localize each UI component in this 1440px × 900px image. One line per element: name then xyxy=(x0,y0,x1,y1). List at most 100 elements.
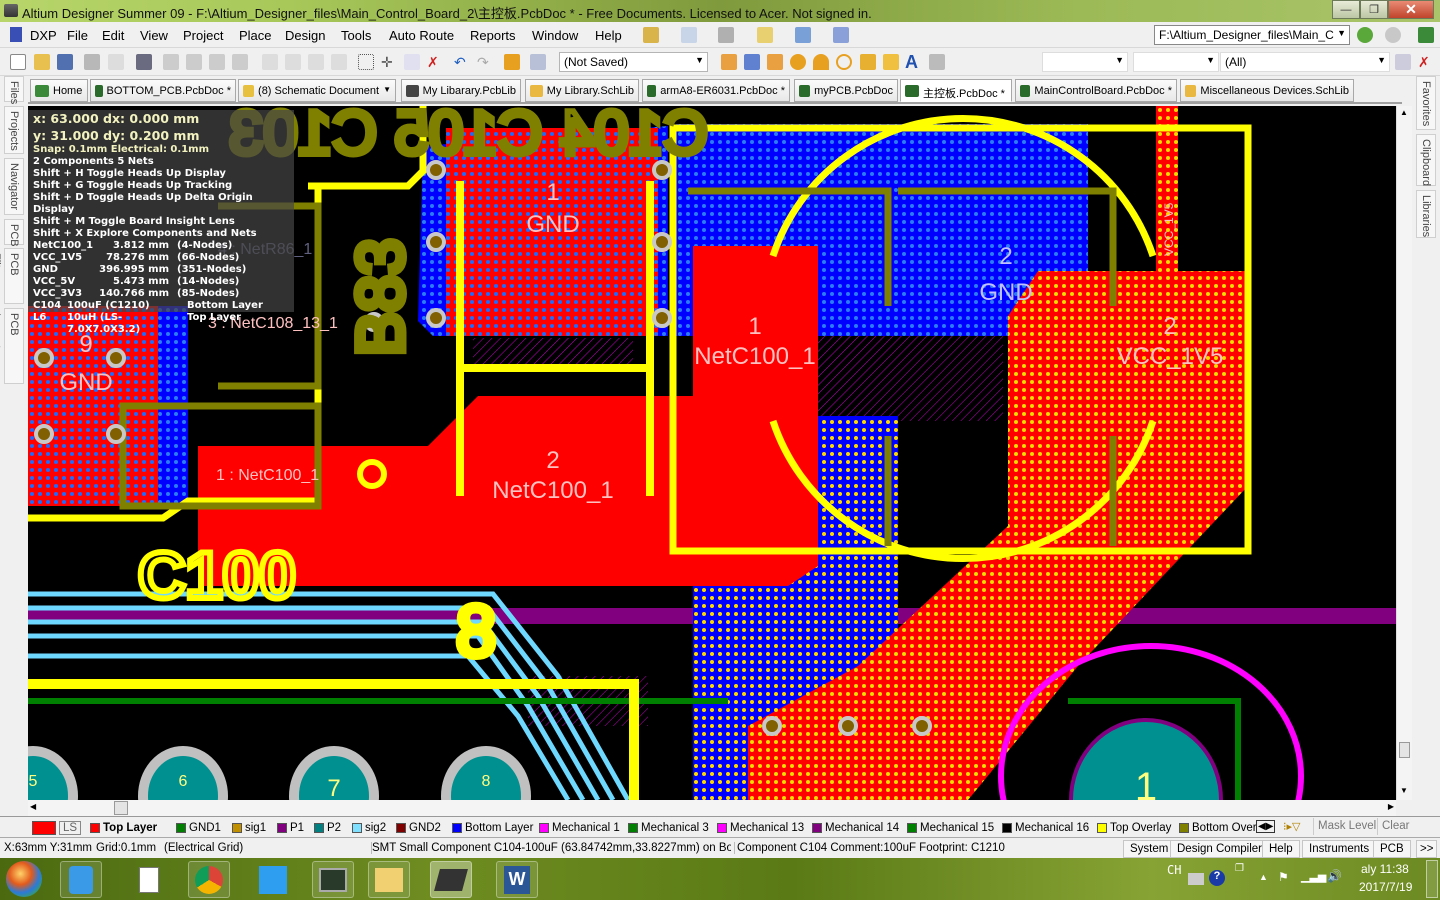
action-center-flag-icon[interactable]: ⚑ xyxy=(1278,870,1289,884)
doc-tab-my-library-schlib[interactable]: My Library.SchLib xyxy=(525,79,639,102)
zoom-fit-icon[interactable] xyxy=(163,54,179,70)
menu-project[interactable]: Project xyxy=(183,28,223,43)
menu-place[interactable]: Place xyxy=(239,28,272,43)
deselect-icon[interactable] xyxy=(404,54,420,70)
panel-tab-libraries[interactable]: Libraries xyxy=(1416,190,1436,238)
clear-filter-icon[interactable]: ✗ xyxy=(1418,54,1434,70)
polygon-icon[interactable] xyxy=(883,54,899,70)
forward-icon[interactable] xyxy=(1385,27,1401,43)
find-similar-icon[interactable] xyxy=(718,27,734,43)
doc-tab-home[interactable]: Home xyxy=(30,79,88,102)
undo-icon[interactable]: ↶ xyxy=(454,54,470,70)
layer-tab-mechanical-16[interactable]: Mechanical 16 xyxy=(1000,819,1089,836)
taskbar-chrome[interactable] xyxy=(188,861,230,898)
print-preview-icon[interactable] xyxy=(108,54,124,70)
scroll-right-icon[interactable]: ▶ xyxy=(1388,802,1394,811)
rubber-stamp-icon[interactable] xyxy=(331,54,347,70)
diff-pair-route-icon[interactable] xyxy=(744,54,760,70)
grid-icon[interactable] xyxy=(833,27,849,43)
layer-tab-sig1[interactable]: sig1 xyxy=(230,819,266,836)
align-icon[interactable] xyxy=(681,27,697,43)
layer-tab-top-layer[interactable]: Top Layer xyxy=(88,819,157,836)
vertical-scrollbar[interactable]: ▲ ▼ xyxy=(1396,106,1412,800)
design-compiler-button[interactable]: Design Compiler xyxy=(1170,840,1270,858)
copy-icon[interactable] xyxy=(285,54,301,70)
system-button[interactable]: System xyxy=(1123,840,1176,858)
panel-tab-pcb[interactable]: PCB xyxy=(4,219,24,247)
filter-select-2[interactable]: ▼ xyxy=(1133,52,1219,72)
help-tray-icon[interactable]: ? xyxy=(1209,870,1225,886)
panel-tab-projects[interactable]: Projects xyxy=(4,106,24,154)
menu-tools[interactable]: Tools xyxy=(341,28,371,43)
open-icon[interactable] xyxy=(34,54,50,70)
layer-tab-bottom-layer[interactable]: Bottom Layer xyxy=(450,819,533,836)
layer-scroll-arrows-icon[interactable]: ◀▶ xyxy=(1256,820,1276,833)
menu-auto-route[interactable]: Auto Route xyxy=(389,28,454,43)
keyboard-icon[interactable] xyxy=(1188,873,1204,885)
panel-tab-pcb-inspector[interactable]: PCB Inspector xyxy=(0,308,24,384)
tray-language[interactable]: CH xyxy=(1167,863,1181,877)
panel-tab-favorites[interactable]: Favorites xyxy=(1416,76,1436,130)
taskbar-word[interactable]: W xyxy=(496,861,538,898)
panel-tab-clipboard[interactable]: Clipboard xyxy=(1416,134,1436,186)
scroll-down-icon[interactable]: ▼ xyxy=(1400,786,1408,795)
scroll-up-icon[interactable]: ▲ xyxy=(1400,108,1408,117)
filter-select-1[interactable]: ▼ xyxy=(1042,52,1128,72)
doc-tab-mypcb[interactable]: myPCB.PcbDoc xyxy=(794,79,898,102)
zoom-selected-icon[interactable] xyxy=(209,54,225,70)
browse-icon[interactable] xyxy=(530,54,546,70)
doc-tab-main-control-board-cn[interactable]: 主控板.PcbDoc * xyxy=(900,79,1012,102)
taskbar-baidu-cloud[interactable] xyxy=(252,861,294,898)
horizontal-scroll-thumb[interactable] xyxy=(114,801,128,815)
home-nav-icon[interactable] xyxy=(1418,27,1434,43)
zoom-filtered-icon[interactable] xyxy=(232,54,248,70)
clear-filter-icon[interactable]: ✗ xyxy=(427,54,443,70)
redo-icon[interactable]: ↷ xyxy=(477,54,493,70)
more-panels-button[interactable]: >> xyxy=(1416,840,1438,858)
doc-tab-misc-devices[interactable]: Miscellaneous Devices.SchLib xyxy=(1180,79,1354,102)
show-desktop-button[interactable] xyxy=(1426,860,1438,898)
menu-window[interactable]: Window xyxy=(532,28,578,43)
3d-view-icon[interactable] xyxy=(136,54,152,70)
doc-tab-bottom-pcb[interactable]: BOTTOM_PCB.PcbDoc * xyxy=(90,79,236,102)
new-icon[interactable] xyxy=(10,54,26,70)
current-layer-indicator[interactable]: LS xyxy=(30,819,82,836)
panel-tab-files[interactable]: Files xyxy=(4,76,24,104)
layer-set-icon[interactable]: ⁝▸▽ xyxy=(1283,820,1300,833)
connector-pads[interactable] xyxy=(28,746,531,800)
help-button[interactable]: Help xyxy=(1262,840,1300,858)
layer-tab-p2[interactable]: P2 xyxy=(312,819,341,836)
save-icon[interactable] xyxy=(57,54,73,70)
interactive-route-icon[interactable] xyxy=(721,54,737,70)
tray-date[interactable]: 2017/7/19 xyxy=(1359,880,1412,894)
doc-tab-my-libarary-pcblib[interactable]: My Libarary.PcbLib xyxy=(401,79,521,102)
select-area-icon[interactable] xyxy=(358,54,374,70)
minimize-button[interactable]: — xyxy=(1332,0,1360,19)
component-icon[interactable] xyxy=(795,27,811,43)
move-icon[interactable]: ✛ xyxy=(381,54,397,70)
network-signal-icon[interactable]: ▁▃▅ xyxy=(1301,870,1326,883)
menu-file[interactable]: File xyxy=(67,28,88,43)
via-icon[interactable] xyxy=(813,54,829,70)
layer-tab-mechanical-3[interactable]: Mechanical 3 xyxy=(626,819,709,836)
apply-filter-icon[interactable] xyxy=(1395,54,1411,70)
measure-icon[interactable] xyxy=(643,27,659,43)
back-icon[interactable] xyxy=(1357,27,1373,43)
layer-tab-mechanical-13[interactable]: Mechanical 13 xyxy=(715,819,804,836)
restore-tray-icon[interactable]: ❐ xyxy=(1235,863,1244,874)
volume-icon[interactable]: 🔊 xyxy=(1327,869,1342,883)
layer-tab-mechanical-14[interactable]: Mechanical 14 xyxy=(810,819,899,836)
arc-icon[interactable] xyxy=(836,54,852,70)
taskbar-explorer[interactable] xyxy=(368,861,410,898)
layer-tab-sig2[interactable]: sig2 xyxy=(350,819,386,836)
layer-tab-mechanical-1[interactable]: Mechanical 1 xyxy=(537,819,620,836)
taskbar-resource-monitor[interactable] xyxy=(312,861,354,898)
layer-tab-top-overlay[interactable]: Top Overlay xyxy=(1095,819,1171,836)
vertical-scroll-thumb[interactable] xyxy=(1399,742,1410,758)
doc-tab-schematic[interactable]: (8) Schematic Document ▼ xyxy=(238,79,396,102)
horizontal-scrollbar[interactable]: ◀ ▶ xyxy=(28,800,1396,816)
menu-edit[interactable]: Edit xyxy=(102,28,124,43)
print-icon[interactable] xyxy=(84,54,100,70)
close-button[interactable]: ✕ xyxy=(1388,0,1434,19)
doc-tab-maincontrolboard[interactable]: MainControlBoard.PcbDoc * xyxy=(1015,79,1177,102)
